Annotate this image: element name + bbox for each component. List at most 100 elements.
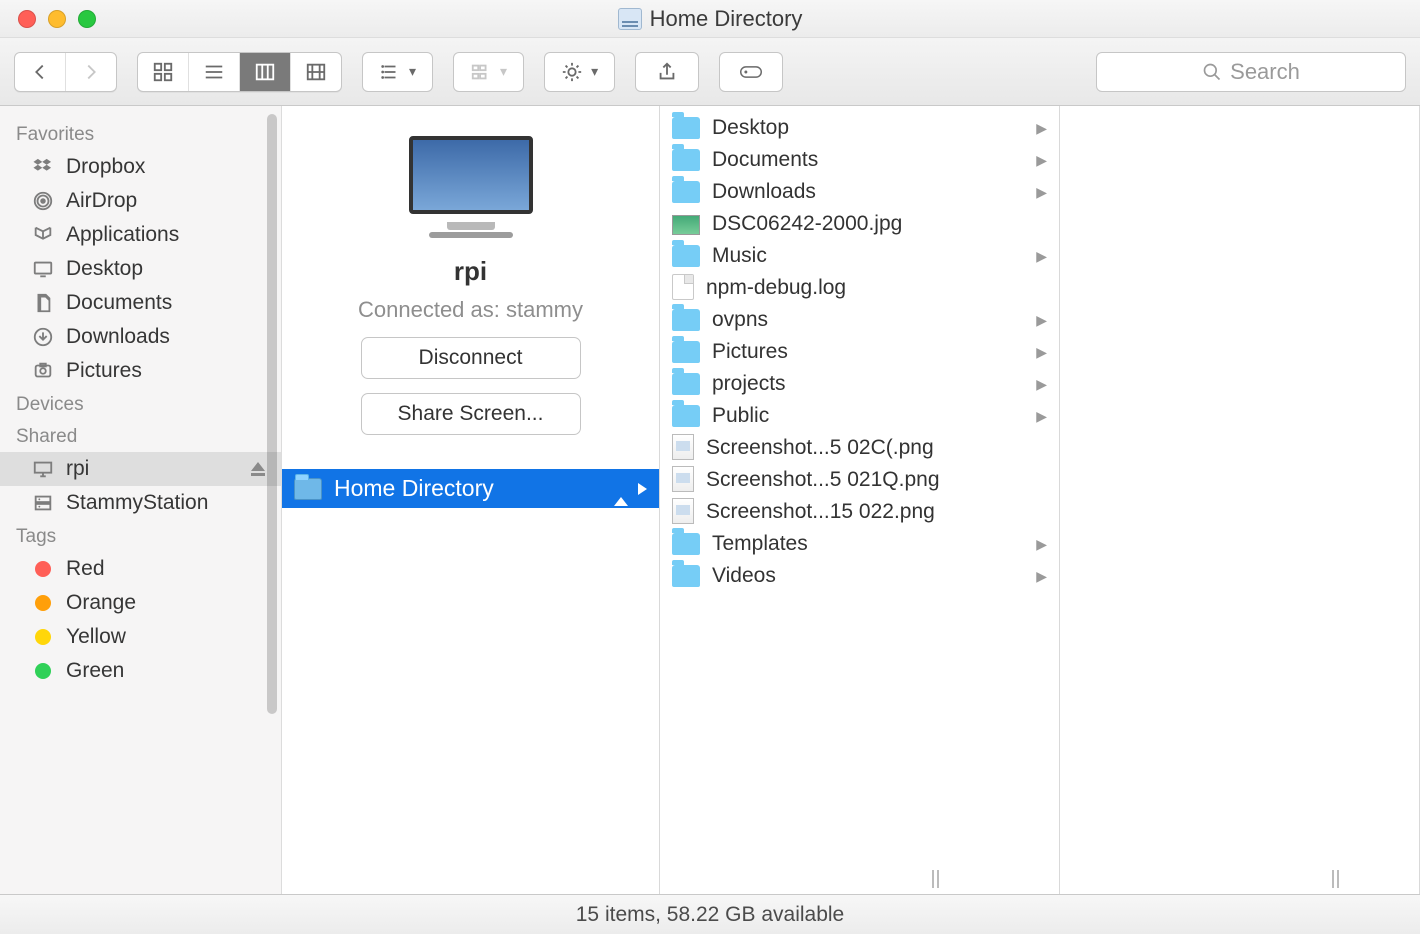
disconnect-button[interactable]: Disconnect [361, 337, 581, 379]
file-label: Desktop [712, 116, 789, 140]
view-mode-buttons [137, 52, 342, 92]
image-file-icon [672, 466, 694, 492]
file-column: Desktop▶Documents▶Downloads▶DSC06242-200… [660, 106, 1060, 894]
file-row[interactable]: Screenshot...15 022.png [660, 496, 1059, 528]
server-column: rpi Connected as: stammy Disconnect Shar… [282, 106, 660, 894]
server-name: rpi [282, 256, 659, 287]
action-button[interactable]: ▾ [544, 52, 615, 92]
folder-icon [672, 181, 700, 203]
search-field[interactable]: Search [1096, 52, 1406, 92]
file-row[interactable]: Music▶ [660, 240, 1059, 272]
file-label: DSC06242-2000.jpg [712, 212, 902, 236]
pictures-icon [30, 360, 56, 382]
folder-icon [672, 373, 700, 395]
sidebar: FavoritesDropboxAirDropApplicationsDeskt… [0, 106, 282, 894]
monitor-icon [30, 458, 56, 480]
sidebar-item-red[interactable]: Red [0, 552, 281, 586]
gallery-view-button[interactable] [290, 53, 341, 91]
arrange-button[interactable]: ▾ [362, 52, 433, 92]
window-title: Home Directory [650, 6, 803, 32]
file-label: ovpns [712, 308, 768, 332]
sidebar-item-label: Downloads [66, 325, 170, 349]
folder-icon [672, 117, 700, 139]
share-screen-button[interactable]: Share Screen... [361, 393, 581, 435]
file-row[interactable]: Public ▶ [660, 400, 1059, 432]
icon-view-button[interactable] [138, 53, 188, 91]
group-button[interactable]: ▾ [453, 52, 524, 92]
chevron-down-icon: ▾ [500, 63, 507, 80]
tags-button[interactable] [719, 52, 783, 92]
sidebar-section-header: Tags [0, 520, 281, 552]
folder-icon [672, 533, 700, 555]
file-label: Music [712, 244, 767, 268]
file-row[interactable]: npm-debug.log [660, 272, 1059, 304]
file-row[interactable]: Videos▶ [660, 560, 1059, 592]
column-resize-handle[interactable] [932, 870, 944, 888]
sidebar-item-label: Applications [66, 223, 179, 247]
chevron-right-icon: ▶ [1036, 408, 1047, 425]
file-label: Downloads [712, 180, 816, 204]
sidebar-item-desktop[interactable]: Desktop [0, 252, 281, 286]
file-row[interactable]: projects▶ [660, 368, 1059, 400]
forward-button[interactable] [65, 53, 116, 91]
file-label: Screenshot...15 022.png [706, 500, 935, 524]
status-bar: 15 items, 58.22 GB available [0, 894, 1420, 934]
sidebar-item-rpi[interactable]: rpi [0, 452, 281, 486]
nav-buttons [14, 52, 117, 92]
sidebar-item-downloads[interactable]: Downloads [0, 320, 281, 354]
file-row[interactable]: Downloads ▶ [660, 176, 1059, 208]
server-connected-as: Connected as: stammy [282, 297, 659, 323]
file-row[interactable]: Screenshot...5 02C(.png [660, 432, 1059, 464]
list-view-button[interactable] [188, 53, 239, 91]
chevron-right-icon: ▶ [1036, 568, 1047, 585]
document-icon [672, 274, 694, 300]
sidebar-item-stammystation[interactable]: StammyStation [0, 486, 281, 520]
eject-icon[interactable] [614, 481, 628, 497]
share-label: Home Directory [334, 475, 494, 502]
chevron-down-icon: ▾ [591, 63, 598, 80]
sidebar-item-applications[interactable]: Applications [0, 218, 281, 252]
sidebar-item-yellow[interactable]: Yellow [0, 620, 281, 654]
file-row[interactable]: Templates▶ [660, 528, 1059, 560]
sidebar-item-documents[interactable]: Documents [0, 286, 281, 320]
share-row[interactable]: Home Directory [282, 469, 659, 508]
applications-icon [30, 224, 56, 246]
file-label: Screenshot...5 021Q.png [706, 468, 940, 492]
back-button[interactable] [15, 53, 65, 91]
file-row[interactable]: Documents▶ [660, 144, 1059, 176]
file-row[interactable]: DSC06242-2000.jpg [660, 208, 1059, 240]
sidebar-item-label: rpi [66, 457, 89, 481]
chevron-right-icon: ▶ [1036, 536, 1047, 553]
server-icon [30, 492, 56, 514]
sidebar-item-dropbox[interactable]: Dropbox [0, 150, 281, 184]
folder-icon [294, 478, 322, 500]
sidebar-item-label: Green [66, 659, 124, 683]
column-view-button[interactable] [239, 53, 290, 91]
search-placeholder: Search [1230, 59, 1300, 85]
chevron-right-icon: ▶ [1036, 184, 1047, 201]
chevron-right-icon: ▶ [1036, 120, 1047, 137]
column-resize-handle[interactable] [1332, 870, 1344, 888]
dropbox-icon [30, 156, 56, 178]
desktop-icon [30, 258, 56, 280]
eject-icon[interactable] [251, 462, 265, 476]
chevron-right-icon: ▶ [1036, 312, 1047, 329]
file-row[interactable]: Desktop ▶ [660, 112, 1059, 144]
file-row[interactable]: Pictures▶ [660, 336, 1059, 368]
file-row[interactable]: Screenshot...5 021Q.png [660, 464, 1059, 496]
sidebar-item-orange[interactable]: Orange [0, 586, 281, 620]
downloads-icon [30, 326, 56, 348]
file-label: Public [712, 404, 769, 428]
chevron-right-icon: ▶ [1036, 152, 1047, 169]
share-button[interactable] [635, 52, 699, 92]
sidebar-item-pictures[interactable]: Pictures [0, 354, 281, 388]
status-text: 15 items, 58.22 GB available [576, 903, 845, 927]
sidebar-item-airdrop[interactable]: AirDrop [0, 184, 281, 218]
network-share-icon [618, 8, 642, 30]
file-row[interactable]: ovpns ▶ [660, 304, 1059, 336]
titlebar: Home Directory [0, 0, 1420, 38]
column-browser: rpi Connected as: stammy Disconnect Shar… [282, 106, 1420, 894]
sidebar-item-green[interactable]: Green [0, 654, 281, 688]
airdrop-icon [30, 190, 56, 212]
image-icon [672, 215, 700, 235]
